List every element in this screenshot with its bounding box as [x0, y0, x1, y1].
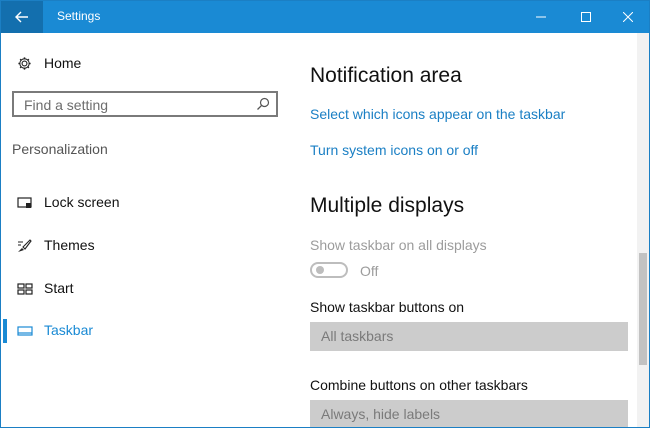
sidebar-item-label: Lock screen [44, 194, 120, 210]
show-buttons-label: Show taskbar buttons on [310, 299, 465, 315]
active-indicator [3, 319, 7, 343]
dropdown-value: Always, hide labels [321, 406, 441, 422]
search-placeholder: Find a setting [24, 97, 109, 113]
section-label: Personalization [12, 141, 108, 157]
sidebar-item-label: Taskbar [44, 322, 94, 338]
maximize-button[interactable] [564, 1, 608, 33]
back-button[interactable] [1, 1, 43, 33]
dropdown-value: All taskbars [321, 328, 394, 344]
show-taskbar-toggle[interactable] [310, 262, 348, 278]
sidebar-item-taskbar[interactable]: Taskbar [1, 319, 291, 343]
title-bar: Settings [1, 1, 649, 33]
sidebar-item-themes[interactable]: Themes [1, 234, 291, 258]
home-label: Home [44, 55, 82, 71]
combine-buttons-dropdown[interactable]: Always, hide labels [310, 400, 628, 427]
combine-buttons-label: Combine buttons on other taskbars [310, 377, 528, 393]
search-icon[interactable] [256, 97, 270, 111]
close-icon [623, 12, 633, 22]
lock-screen-icon [17, 197, 32, 208]
show-taskbar-all-displays-label: Show taskbar on all displays [310, 237, 487, 253]
minimize-icon [536, 16, 546, 18]
notification-area-heading: Notification area [310, 64, 462, 87]
gear-icon [18, 56, 31, 70]
toggle-knob [316, 266, 324, 274]
start-tiles-icon [17, 283, 33, 295]
taskbar-icon [17, 326, 33, 336]
system-icons-link[interactable]: Turn system icons on or off [310, 142, 478, 158]
window-title: Settings [57, 9, 101, 23]
show-buttons-dropdown[interactable]: All taskbars [310, 322, 628, 351]
search-input[interactable]: Find a setting [12, 91, 278, 117]
scrollbar-thumb[interactable] [639, 253, 647, 365]
back-arrow-icon [15, 11, 28, 23]
settings-window: Settings Home Find a setting Personaliza… [0, 0, 650, 428]
home-nav-item[interactable]: Home [17, 53, 81, 73]
sidebar-item-lock-screen[interactable]: Lock screen [1, 191, 291, 215]
select-icons-link[interactable]: Select which icons appear on the taskbar [310, 106, 565, 122]
scrollbar[interactable] [637, 33, 649, 427]
sidebar-item-start[interactable]: Start [1, 277, 291, 301]
minimize-button[interactable] [519, 1, 563, 33]
toggle-state-label: Off [360, 263, 379, 279]
themes-brush-icon [18, 239, 32, 252]
sidebar-item-label: Themes [44, 237, 95, 253]
multiple-displays-heading: Multiple displays [310, 194, 465, 217]
sidebar-item-label: Start [44, 280, 74, 296]
close-button[interactable] [606, 1, 649, 33]
maximize-icon [581, 12, 591, 22]
